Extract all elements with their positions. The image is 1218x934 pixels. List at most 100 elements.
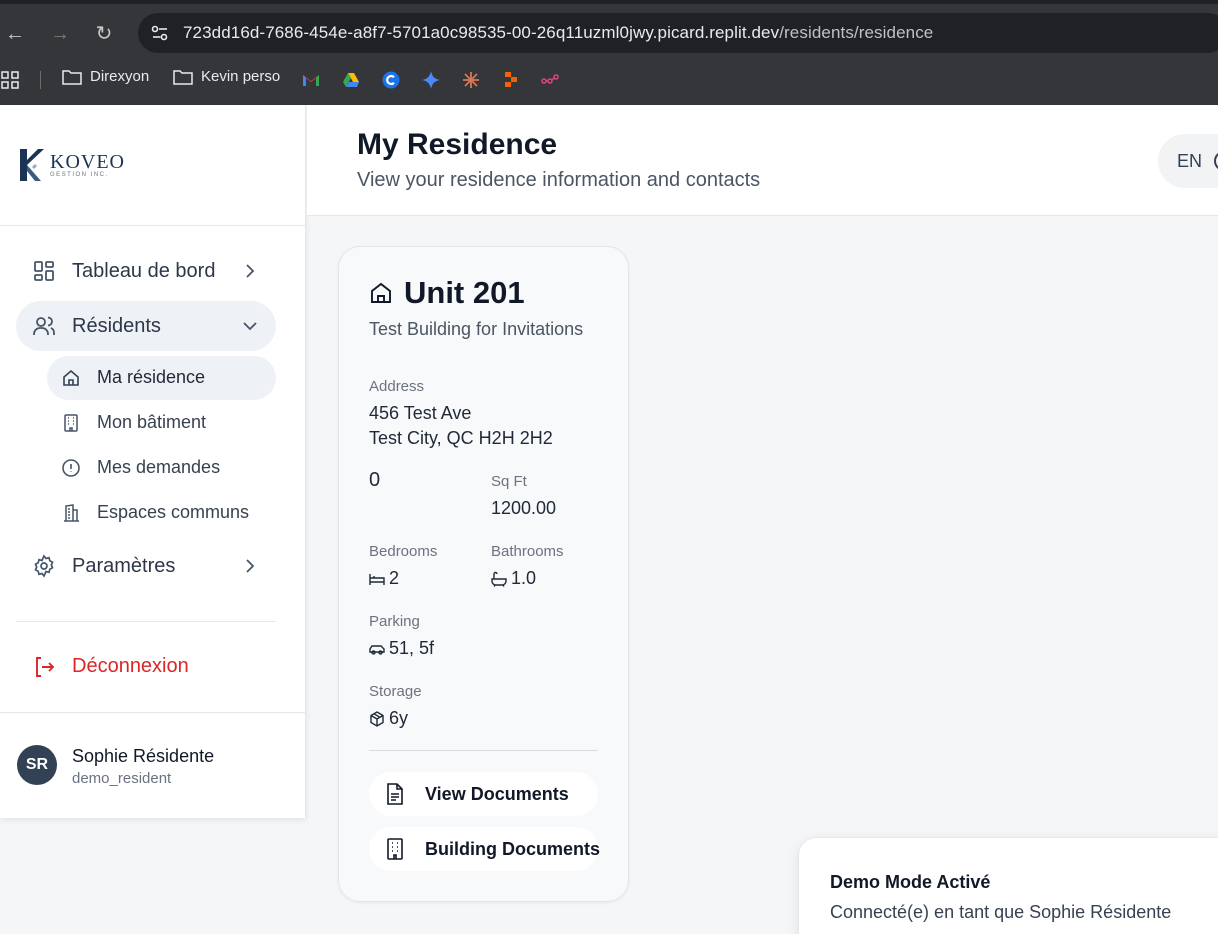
bookmarks-bar: Direxyon Kevin perso — [0, 62, 1218, 96]
browser-chrome: ← → ↻ 723dd16d-7686-454e-a8f7-5701a0c985… — [0, 0, 1218, 105]
language-switcher[interactable]: EN — [1158, 134, 1218, 188]
chevron-down-icon — [243, 322, 257, 331]
language-code: EN — [1177, 151, 1203, 171]
bookmarks-separator — [40, 71, 41, 89]
gear-icon — [34, 554, 54, 578]
logo-mark-icon — [20, 149, 44, 181]
sidebar-subitem-ma-residence[interactable]: Ma résidence — [47, 356, 276, 400]
parking-value: 51, 5f — [389, 638, 435, 658]
sidebar-item-residents[interactable]: Résidents — [16, 301, 276, 351]
package-icon — [370, 711, 384, 727]
bookmark-label: Kevin perso — [201, 68, 281, 85]
sidebar-item-label: Résidents — [72, 314, 161, 337]
sidebar-item-tableau-de-bord[interactable]: Tableau de bord — [16, 246, 276, 296]
sqft-label: Sq Ft — [491, 473, 527, 490]
bathrooms-label: Bathrooms — [491, 543, 564, 560]
parking-label: Parking — [369, 613, 420, 630]
sidebar-item-label: Tableau de bord — [72, 259, 216, 282]
home-icon — [63, 369, 79, 386]
forward-icon[interactable]: → — [46, 20, 74, 48]
building-icon — [64, 414, 78, 432]
bedrooms-value: 2 — [389, 568, 400, 588]
sidebar-item-label: Paramètres — [72, 554, 176, 577]
car-icon — [369, 645, 385, 655]
card-divider — [369, 750, 598, 751]
sidebar-subitem-label: Mes demandes — [97, 457, 221, 477]
bath-icon — [491, 571, 507, 587]
sidebar-subitem-label: Mon bâtiment — [97, 412, 207, 432]
building-2-icon — [64, 504, 79, 522]
user-name: Sophie Résidente — [72, 746, 215, 766]
reload-icon[interactable]: ↻ — [90, 20, 118, 48]
sidebar-subitem-label: Ma résidence — [97, 367, 206, 387]
sidebar-subitem-mes-demandes[interactable]: Mes demandes — [47, 446, 276, 490]
folder-icon — [173, 69, 193, 85]
storage-label: Storage — [369, 683, 422, 700]
page-subtitle: View your residence information and cont… — [357, 169, 761, 191]
toast-body: Connecté(e) en tant que Sophie Résidente — [830, 902, 1172, 922]
sidebar-subitem-mon-batiment[interactable]: Mon bâtiment — [47, 401, 276, 445]
c-app-icon[interactable] — [382, 71, 400, 89]
building-icon — [387, 838, 403, 860]
back-icon[interactable]: ← — [1, 20, 29, 48]
url-text[interactable]: 723dd16d-7686-454e-a8f7-5701a0c98535-00-… — [183, 23, 933, 43]
bookmark-label: Direxyon — [90, 68, 150, 85]
demo-mode-toast: Demo Mode Activé Connecté(e) en tant que… — [798, 837, 1218, 934]
url-path: /residents/residence — [779, 23, 934, 42]
logo-divider — [0, 225, 306, 226]
bed-icon — [369, 574, 385, 585]
toast-title: Demo Mode Activé — [830, 872, 991, 892]
tab-strip — [0, 0, 1218, 4]
logout-button[interactable]: Déconnexion — [16, 642, 276, 692]
address-label: Address — [369, 378, 425, 395]
bathrooms-value: 1.0 — [511, 568, 537, 588]
sidebar-subitem-label: Espaces communs — [97, 502, 250, 522]
sidebar-subitem-espaces-communs[interactable]: Espaces communs — [47, 491, 276, 535]
nav-divider — [16, 621, 276, 622]
site-settings-icon[interactable] — [148, 21, 172, 45]
home-icon — [371, 282, 391, 303]
floor-value: 0 — [369, 469, 381, 491]
gemini-icon[interactable] — [422, 71, 440, 89]
apps-grid-icon[interactable] — [1, 71, 19, 89]
brand-name: KOVEO — [50, 151, 125, 173]
user-divider — [0, 712, 306, 713]
building-documents-button[interactable]: Building Documents — [369, 827, 600, 871]
logout-icon — [36, 657, 55, 677]
address-bar[interactable]: 723dd16d-7686-454e-a8f7-5701a0c98535-00-… — [138, 13, 1218, 53]
bedrooms-label: Bedrooms — [369, 543, 438, 560]
view-documents-button[interactable]: View Documents — [369, 772, 598, 816]
page-header: My Residence View your residence informa… — [307, 105, 1218, 216]
replit-icon[interactable] — [502, 71, 520, 89]
workflow-icon[interactable] — [541, 71, 559, 89]
sqft-value: 1200.00 — [491, 498, 557, 518]
storage-value: 6y — [389, 708, 409, 728]
sidebar: KOVEO GESTION INC. Tableau de bord Résid… — [0, 105, 306, 818]
chevron-right-icon — [246, 264, 255, 278]
bookmark-folder-kevin-perso[interactable]: Kevin perso — [173, 68, 280, 85]
address-line2: Test City, QC H2H 2H2 — [369, 428, 553, 448]
logout-label: Déconnexion — [72, 655, 189, 677]
dashboard-icon — [34, 261, 54, 281]
user-handle: demo_resident — [72, 770, 172, 787]
google-drive-icon[interactable] — [342, 71, 360, 89]
alert-circle-icon — [62, 459, 80, 477]
page-title: My Residence — [357, 128, 558, 161]
unit-card: Unit 201 Test Building for Invitations A… — [338, 246, 629, 902]
view-documents-label: View Documents — [425, 784, 569, 804]
address-line1: 456 Test Ave — [369, 403, 472, 423]
folder-icon — [62, 69, 82, 85]
gmail-icon[interactable] — [302, 71, 320, 89]
file-text-icon — [387, 783, 403, 805]
building-documents-label: Building Documents — [425, 839, 600, 859]
unit-title: Unit 201 — [404, 275, 525, 310]
sidebar-item-parametres[interactable]: Paramètres — [16, 541, 276, 591]
users-icon — [33, 316, 55, 335]
avatar: SR — [17, 745, 57, 785]
bookmark-folder-direxyon[interactable]: Direxyon — [62, 68, 149, 85]
claude-icon[interactable] — [462, 71, 480, 89]
unit-building: Test Building for Invitations — [369, 319, 584, 339]
chevron-right-icon — [246, 559, 255, 573]
url-host: 723dd16d-7686-454e-a8f7-5701a0c98535-00-… — [183, 23, 780, 42]
koveo-logo[interactable]: KOVEO GESTION INC. — [18, 147, 125, 183]
